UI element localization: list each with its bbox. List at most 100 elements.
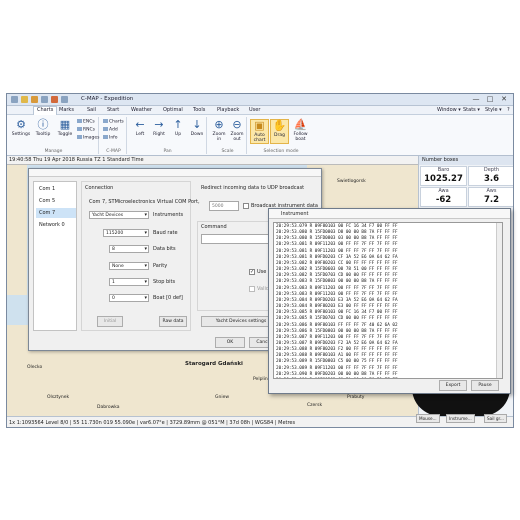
number-box-aws[interactable]: Aws 7.2 — [468, 187, 513, 207]
instrument-panel-button[interactable]: Instrume... — [446, 414, 475, 423]
cmap-add-label: Add — [109, 127, 118, 133]
auto-chart-icon: ▣ — [254, 119, 265, 132]
menu-weather[interactable]: Weather — [131, 107, 152, 113]
tooltip-button[interactable]: ⓘ Tooltip — [33, 119, 53, 138]
port-item-com7[interactable]: Com 7 — [36, 208, 76, 218]
port-list: Com 1 Com 5 Com 7 Network 0 — [33, 181, 77, 331]
export-button[interactable]: Export — [439, 380, 467, 391]
cmap-charts-label: Charts — [109, 119, 124, 125]
zoom-out-button[interactable]: ⊖ Zoom out — [228, 118, 246, 143]
baud-select[interactable]: 115200 — [103, 229, 149, 237]
menu-style[interactable]: Style ▾ — [485, 107, 502, 113]
ribbon-group-pan: ← Left → Right ↑ Up ↓ Down Pan — [129, 117, 207, 154]
land-area-w — [7, 165, 27, 295]
instrument-select[interactable]: Yacht Devices — [89, 211, 149, 219]
pan-up-button[interactable]: ↑ Up — [169, 118, 187, 138]
number-box-value: -62 — [435, 195, 452, 205]
arrow-left-icon: ← — [135, 118, 145, 131]
menu-optimal[interactable]: Optimal — [163, 107, 183, 113]
arrow-up-icon: ↑ — [173, 118, 183, 131]
port-item-network0[interactable]: Network 0 — [36, 220, 76, 230]
quick-access-icon[interactable] — [61, 96, 68, 103]
menu-playback[interactable]: Playback — [217, 107, 239, 113]
toggle-label: Toggle — [57, 132, 73, 137]
drag-button[interactable]: ✋ Drag — [270, 119, 289, 144]
images-button[interactable]: Images — [77, 135, 99, 141]
port-item-com5[interactable]: Com 5 — [36, 196, 76, 206]
menu-sail[interactable]: Sail — [87, 107, 96, 113]
rncs-button[interactable]: RNCs — [77, 127, 95, 133]
number-box-name: Awa — [438, 188, 449, 194]
number-box-baro[interactable]: Baro 1025.27 — [420, 166, 467, 186]
pan-down-button[interactable]: ↓ Down — [188, 119, 206, 138]
instrument-log[interactable]: 20:29:53.079 R 09F80103 00 FC 16 34 F7 0… — [273, 222, 503, 379]
cmap-info-icon — [103, 135, 108, 139]
dialog-titlebar — [29, 169, 321, 177]
parity-select[interactable]: None — [109, 262, 149, 270]
mouse-panel-button[interactable]: Mouse... — [416, 414, 440, 423]
pause-button[interactable]: Pause — [471, 380, 499, 391]
hand-icon: ✋ — [272, 119, 287, 132]
udp-port-input[interactable]: 5000 — [209, 201, 239, 211]
follow-boat-label: Follow boat — [293, 132, 308, 142]
group-label-pan: Pan — [163, 149, 172, 154]
pan-left-button[interactable]: ← Left — [131, 118, 149, 138]
auto-chart-button[interactable]: ▣ Auto chart — [250, 119, 269, 144]
settings-label: Settings — [11, 132, 31, 137]
validate-checkbox[interactable] — [249, 286, 255, 292]
window-title: C-MAP - Expedition — [81, 96, 134, 102]
menu-user[interactable]: User — [249, 107, 260, 113]
menu-charts[interactable]: Charts — [33, 106, 58, 115]
menu-marks[interactable]: Marks — [59, 107, 74, 113]
settings-button[interactable]: ⚙ Settings — [11, 119, 31, 138]
maximize-button[interactable]: □ — [483, 95, 497, 104]
menu-tools[interactable]: Tools — [193, 107, 205, 113]
sail-graph-button[interactable]: Sail gr... — [484, 414, 507, 423]
settings-icon[interactable] — [41, 96, 48, 103]
number-box-depth[interactable]: Depth 3.6 — [468, 166, 513, 186]
enc-icon — [77, 119, 82, 123]
minimize-button[interactable]: — — [469, 95, 483, 104]
ribbon: ⚙ Settings ⓘ Tooltip ▦ Toggle ENCs RNCs Ima… — [7, 115, 513, 156]
instrument-label: Instruments — [153, 212, 184, 218]
boat-select[interactable]: 0 — [109, 294, 149, 302]
menu-start[interactable]: Start — [107, 107, 119, 113]
use-gps-checkbox[interactable]: ✓ — [249, 269, 255, 275]
pan-right-button[interactable]: → Right — [150, 118, 168, 138]
ribbon-group-cmap: Charts Add Info C-MAP — [101, 117, 127, 154]
boat-icon: ⛵ — [293, 118, 308, 131]
map-place-label: Olsztynek — [47, 395, 70, 400]
raw-data-button[interactable]: Raw data — [159, 316, 187, 327]
number-box-awa[interactable]: Awa -62 — [420, 187, 467, 207]
toggle-button[interactable]: ▦ Toggle — [55, 119, 75, 138]
title-bar: C-MAP - Expedition — □ ✕ — [7, 94, 513, 106]
follow-boat-button[interactable]: ⛵ Follow boat — [290, 118, 311, 143]
menu-window[interactable]: Window ▾ — [437, 107, 461, 113]
port-item-com1[interactable]: Com 1 — [36, 184, 76, 194]
number-boxes-header: Number boxes — [419, 156, 513, 165]
app-icon — [11, 96, 18, 103]
map-place-label: Dabrowka — [97, 405, 120, 410]
stopbits-select[interactable]: 1 — [109, 278, 149, 286]
arrow-right-icon: → — [154, 118, 164, 131]
log-scrollbar[interactable] — [496, 223, 502, 378]
folder-icon[interactable] — [31, 96, 38, 103]
zoom-out-icon: ⊖ — [232, 118, 242, 131]
zoom-in-button[interactable]: ⊕ Zoom in — [210, 119, 228, 143]
encs-button[interactable]: ENCs — [77, 119, 95, 125]
cmap-add-button[interactable]: Add — [103, 127, 118, 133]
initial-button[interactable]: Initial — [97, 316, 123, 327]
broadcast-checkbox[interactable] — [243, 203, 249, 209]
cmap-info-button[interactable]: Info — [103, 135, 118, 141]
ok-button[interactable]: OK — [215, 337, 245, 348]
menu-stats[interactable]: Stats ▾ — [463, 107, 480, 113]
save-icon[interactable] — [21, 96, 28, 103]
command-label: Command — [201, 224, 227, 230]
close-button[interactable]: ✕ — [497, 95, 511, 104]
databits-select[interactable]: 8 — [109, 245, 149, 253]
record-icon[interactable] — [51, 96, 58, 103]
menu-help[interactable]: ? — [507, 107, 510, 113]
cmap-charts-button[interactable]: Charts — [103, 119, 124, 125]
map-place-label: Czersk — [307, 403, 323, 408]
databits-label: Data bits — [153, 246, 176, 252]
